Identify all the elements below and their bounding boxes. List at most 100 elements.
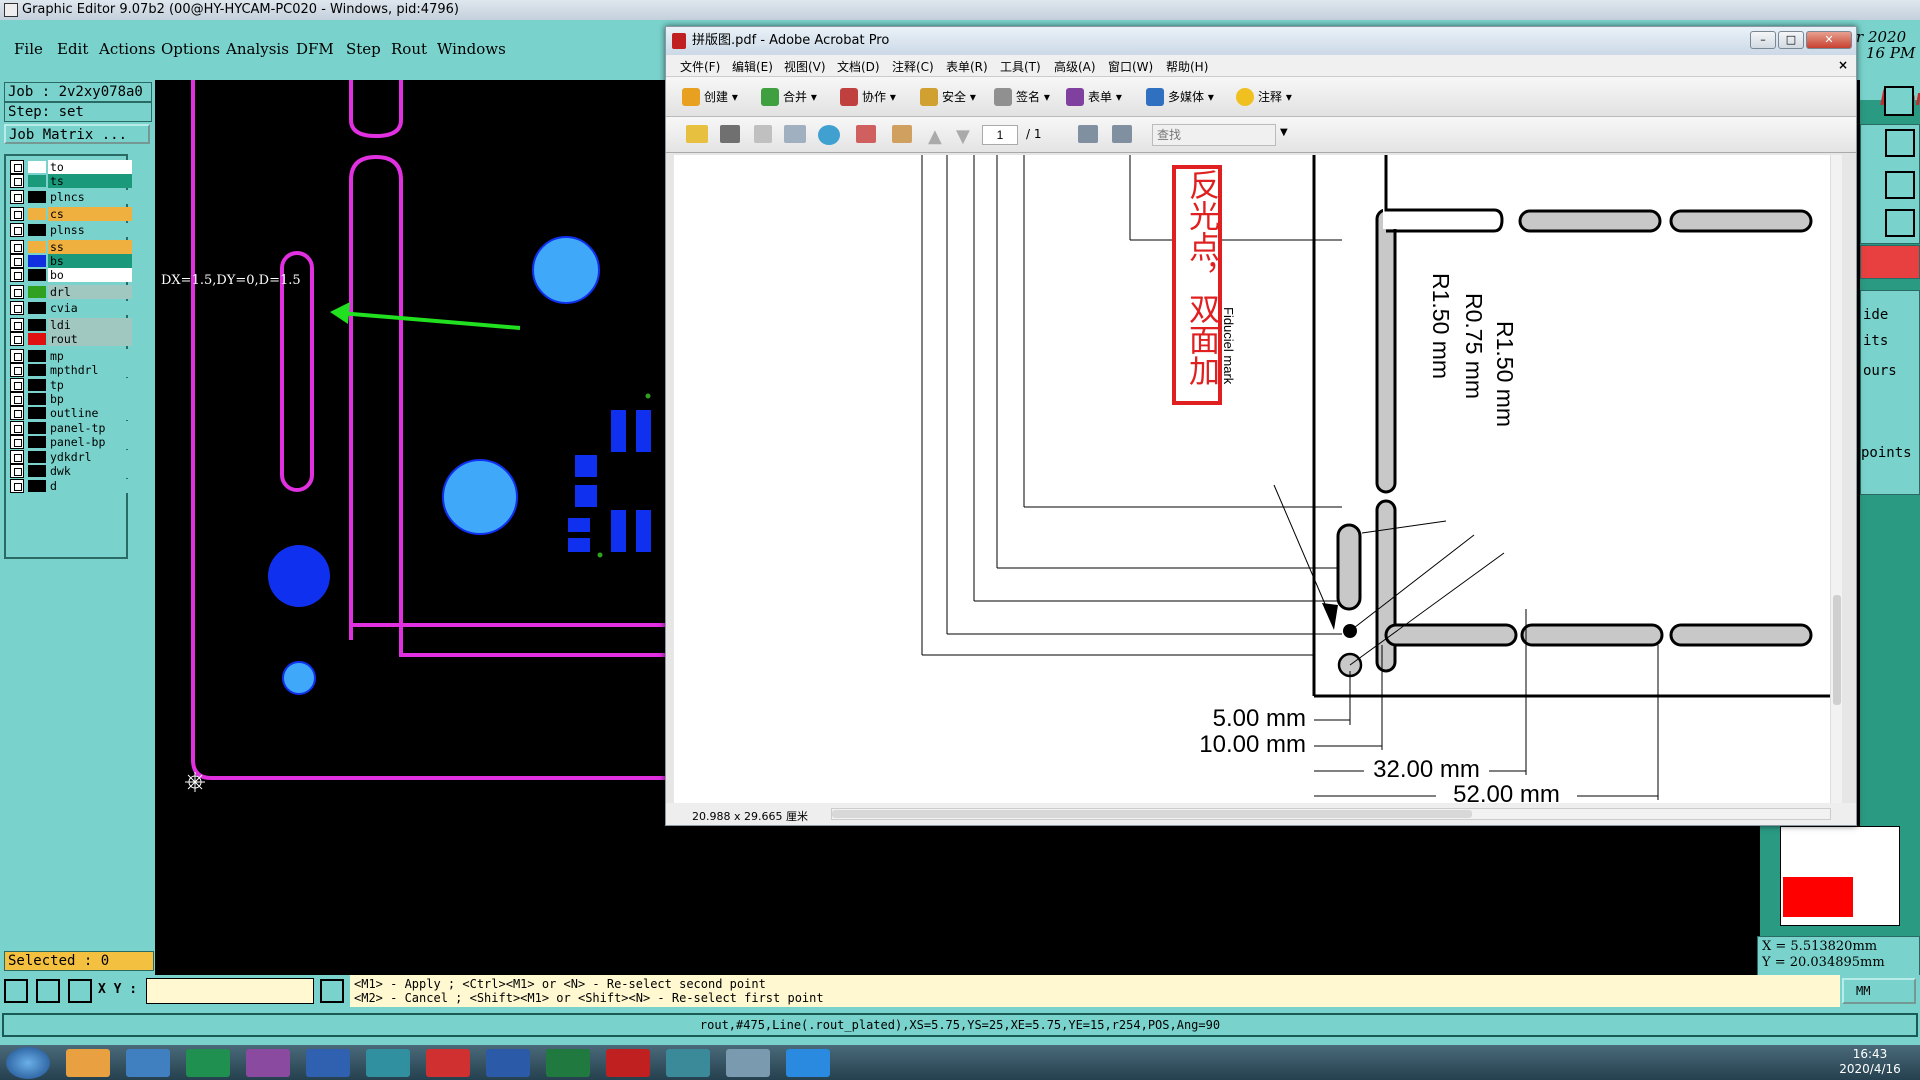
menu-file[interactable]: File: [14, 40, 43, 58]
layer-checkbox[interactable]: [10, 285, 24, 299]
layer-name[interactable]: plncs: [48, 190, 132, 204]
layer-color-swatch[interactable]: [28, 480, 46, 492]
vertical-scrollbar[interactable]: [1830, 155, 1842, 803]
taskbar-acrobat-icon[interactable]: [606, 1049, 650, 1077]
collaborate-button[interactable]: 协作 ▾: [838, 87, 896, 107]
layer-checkbox[interactable]: [10, 254, 24, 268]
sign-button[interactable]: 签名 ▾: [992, 87, 1050, 107]
create-button[interactable]: 创建 ▾: [680, 87, 738, 107]
layer-color-swatch[interactable]: [28, 269, 46, 281]
horizontal-scrollbar[interactable]: [831, 808, 1831, 820]
acro-menu-advanced[interactable]: 高级(A): [1054, 58, 1096, 75]
horizontal-scroll-thumb[interactable]: [832, 810, 1472, 818]
layer-color-swatch[interactable]: [28, 191, 46, 203]
menu-windows[interactable]: Windows: [437, 40, 506, 58]
comment-button[interactable]: 注释 ▾: [1234, 87, 1292, 107]
layer-name[interactable]: bp: [48, 392, 132, 406]
layer-color-swatch[interactable]: [28, 255, 46, 267]
layer-color-swatch[interactable]: [28, 319, 46, 331]
layer-checkbox[interactable]: [10, 392, 24, 406]
tool-icon[interactable]: [1885, 209, 1915, 237]
layer-color-swatch[interactable]: [28, 208, 46, 220]
acro-menu-tools[interactable]: 工具(T): [1000, 58, 1041, 75]
units-button[interactable]: MM: [1842, 978, 1916, 1004]
pad-large-1[interactable]: [532, 236, 600, 304]
taskbar-eye-icon[interactable]: [366, 1049, 410, 1077]
layer-checkbox[interactable]: [10, 223, 24, 237]
acro-menu-forms[interactable]: 表单(R): [946, 58, 988, 75]
color-tool-icon[interactable]: [1860, 245, 1920, 279]
layer-row-to[interactable]: to: [10, 160, 132, 174]
help-icon[interactable]: [1885, 171, 1915, 199]
layer-checkbox[interactable]: [10, 378, 24, 392]
layer-name[interactable]: rout: [48, 332, 132, 346]
taskbar-g-icon[interactable]: [426, 1049, 470, 1077]
taskbar-folder-icon[interactable]: [726, 1049, 770, 1077]
menu-step[interactable]: Step: [346, 40, 381, 58]
fit-width-icon[interactable]: [1078, 125, 1098, 143]
tool-icon[interactable]: [1885, 129, 1915, 157]
layer-color-swatch[interactable]: [28, 161, 46, 173]
layer-row-mp[interactable]: mp: [10, 349, 132, 363]
layer-name[interactable]: ts: [48, 174, 132, 188]
acro-menu-window[interactable]: 窗口(W): [1108, 58, 1153, 75]
secure-button[interactable]: 安全 ▾: [918, 87, 976, 107]
layer-checkbox[interactable]: [10, 435, 24, 449]
layer-row-tp[interactable]: tp: [10, 378, 132, 392]
layer-checkbox[interactable]: [10, 301, 24, 315]
close-button[interactable]: ✕: [1806, 31, 1852, 49]
layer-row-outline[interactable]: outline: [10, 406, 132, 420]
doc-close-icon[interactable]: ×: [1838, 58, 1848, 72]
acro-menu-view[interactable]: 视图(V): [784, 58, 826, 75]
job-matrix-button[interactable]: Job Matrix ...: [4, 124, 150, 144]
acro-menu-help[interactable]: 帮助(H): [1166, 58, 1208, 75]
measured-slot[interactable]: [280, 251, 314, 492]
layer-name[interactable]: ydkdrl: [48, 450, 132, 464]
tool-icon-group[interactable]: [1860, 124, 1920, 244]
layer-color-swatch[interactable]: [28, 333, 46, 345]
menu-actions[interactable]: Actions: [99, 40, 155, 58]
taskbar-app-icon[interactable]: [186, 1049, 230, 1077]
multimedia-button[interactable]: 多媒体 ▾: [1144, 87, 1214, 107]
layer-color-swatch[interactable]: [28, 465, 46, 477]
menu-options[interactable]: Options: [161, 40, 220, 58]
layer-color-swatch[interactable]: [28, 350, 46, 362]
layer-row-d[interactable]: d: [10, 479, 132, 493]
tool-button[interactable]: [4, 979, 28, 1003]
menu-edit[interactable]: Edit: [57, 40, 88, 58]
pcb-graphics[interactable]: [155, 80, 670, 975]
layer-color-swatch[interactable]: [28, 436, 46, 448]
taskbar-shell-icon[interactable]: [66, 1049, 110, 1077]
layer-color-swatch[interactable]: [28, 224, 46, 236]
taskbar-notes-icon[interactable]: [126, 1049, 170, 1077]
taskbar-genesis-icon[interactable]: [666, 1049, 710, 1077]
layer-name[interactable]: tp: [48, 378, 132, 392]
layer-name[interactable]: plnss: [48, 223, 132, 237]
layer-checkbox[interactable]: [10, 240, 24, 254]
xy-input[interactable]: [146, 978, 314, 1004]
layer-name[interactable]: mpthdrl: [48, 363, 132, 377]
minimap[interactable]: [1780, 826, 1900, 926]
popup-item[interactable]: points: [1861, 445, 1912, 461]
layer-name[interactable]: ss: [48, 240, 132, 254]
layer-checkbox[interactable]: [10, 332, 24, 346]
taskbar-messenger-icon[interactable]: [786, 1049, 830, 1077]
pad-large-2[interactable]: [442, 459, 518, 535]
maximize-button[interactable]: □: [1778, 31, 1804, 49]
layer-name[interactable]: drl: [48, 285, 132, 299]
layer-name[interactable]: bo: [48, 268, 132, 282]
find-dropdown-icon[interactable]: ▼: [1280, 127, 1288, 138]
popup-item[interactable]: its: [1863, 333, 1888, 349]
minimap-viewport[interactable]: [1783, 877, 1853, 917]
menu-analysis[interactable]: Analysis: [226, 40, 289, 58]
layer-name[interactable]: cvia: [48, 301, 132, 315]
open-folder-icon[interactable]: [686, 125, 708, 143]
find-input[interactable]: [1152, 124, 1276, 146]
menu-dfm[interactable]: DFM: [296, 40, 334, 58]
pdf-document-view[interactable]: 反光点，双面加 Fiduciel mark R1.50 mm R0.75 mm …: [674, 155, 1842, 803]
layer-color-swatch[interactable]: [28, 451, 46, 463]
layer-row-cvia[interactable]: cvia: [10, 301, 132, 315]
clock[interactable]: 16:43 2020/4/16: [1830, 1047, 1910, 1077]
layer-row-ydkdrl[interactable]: ydkdrl: [10, 450, 132, 464]
layer-checkbox[interactable]: [10, 190, 24, 204]
